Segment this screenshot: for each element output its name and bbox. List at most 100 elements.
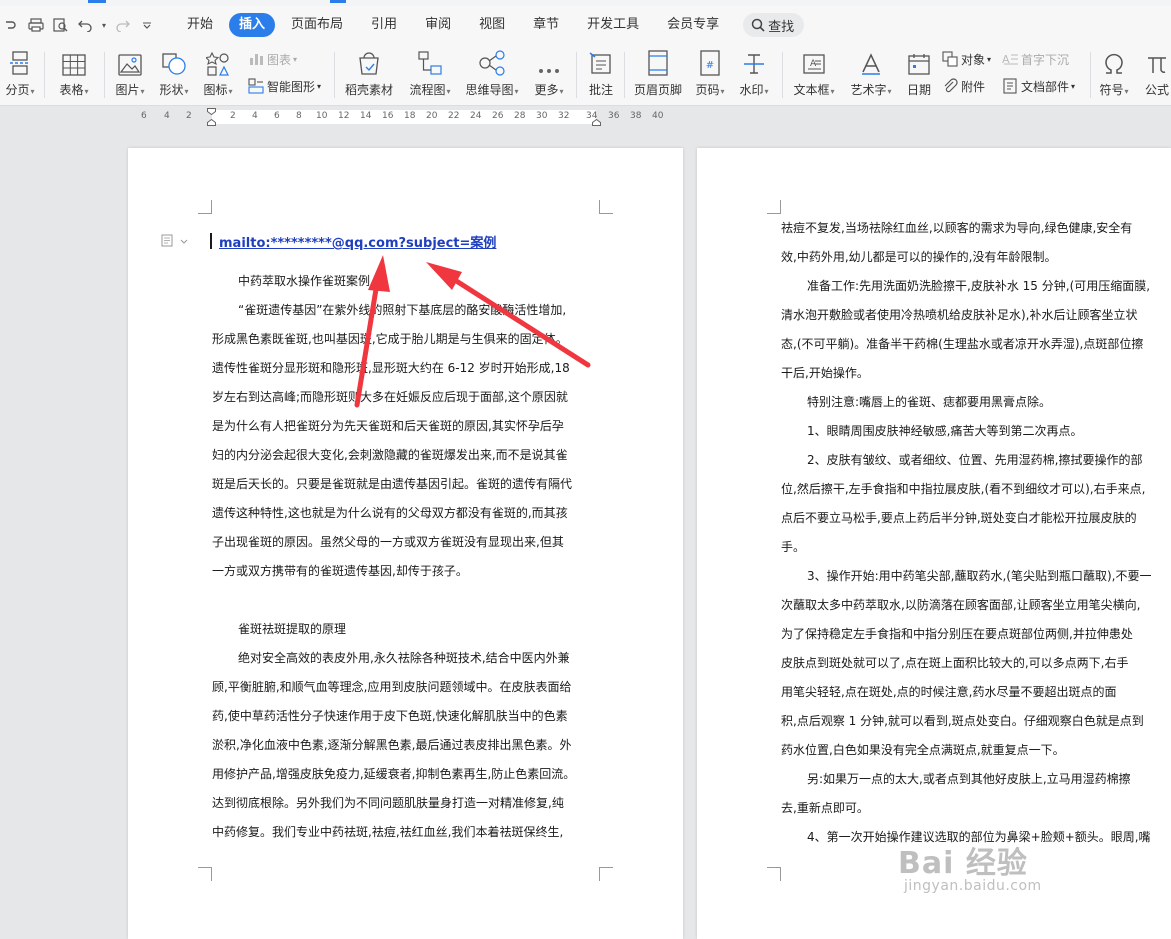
page-break-label: 分页	[5, 83, 30, 97]
page-break-button[interactable]: 分页▾	[2, 44, 38, 106]
ruler-tick: 2	[186, 111, 192, 121]
text-line: 遗传这种特性,这也就是为什么说有的父母双方都没有雀斑的,而其孩	[212, 506, 568, 520]
document-page-2[interactable]: 祛痘不复发,当场祛除红血丝,以顾客的需求为导向,绿色健康,安全有 效,中药外用,幼…	[697, 148, 1171, 939]
tab-developer[interactable]: 开发工具	[575, 13, 651, 37]
ribbon-separator	[1090, 52, 1091, 98]
text-line: 另:如果万一点的太大,或者点到其他好皮肤上,立马用湿药棉擦	[807, 772, 1131, 786]
page-break-icon	[10, 51, 30, 75]
comment-icon	[589, 52, 611, 74]
tab-home[interactable]: 开始	[175, 13, 225, 37]
search-button[interactable]: 查找	[743, 13, 805, 37]
page-1-body[interactable]: 中药萃取水操作雀斑案例 “雀斑遗传基因”在紫外线的照射下基底层的酪安酸酶活性增加,…	[212, 267, 612, 847]
print-icon[interactable]	[25, 14, 47, 36]
table-icon	[62, 54, 86, 76]
document-page-1[interactable]: mailto:*********@qq.com?subject=案例 中药萃取水…	[128, 148, 683, 939]
text-line: 一方或双方携带有的雀斑遗传基因,却传于孩子。	[212, 564, 468, 578]
mailto-hyperlink[interactable]: mailto:*********@qq.com?subject=案例	[219, 232, 496, 251]
doc-tab-accent-2	[330, 0, 346, 3]
right-indent-marker[interactable]	[592, 108, 601, 126]
text-line: 用笔尖轻轻,点在斑处,点的时候注意,药水尽量不要超出斑点的面	[781, 685, 1117, 699]
more-button[interactable]: 更多▾	[530, 44, 568, 106]
horizontal-ruler[interactable]: 6 4 2 2 4 6 8 10 12 14 16 18 20 22 24 26…	[0, 106, 1171, 128]
undo-icon[interactable]	[75, 14, 97, 36]
text-line: 点后不要立马松手,要点上药后半分钟,斑处变白才能松开拉展皮肤的	[781, 511, 1137, 525]
tab-page-layout[interactable]: 页面布局	[279, 13, 355, 37]
text-line: 次蘸取太多中药萃取水,以防滴落在顾客面部,让顾客坐立用笔尖横向,	[781, 598, 1141, 612]
comment-label: 批注	[588, 83, 613, 97]
dropcap-icon: A	[1002, 53, 1018, 66]
margin-corner	[198, 867, 212, 881]
picture-button[interactable]: 图片▾	[110, 44, 150, 106]
text-line: 岁左右到达高峰;而隐形斑则大多在妊娠反应后现于面部,这个原因就	[212, 390, 568, 404]
ruler-tick: 40	[652, 111, 664, 121]
object-button[interactable]: 对象 ▾	[942, 49, 991, 69]
page-2-body[interactable]: 祛痘不复发,当场祛除红血丝,以顾客的需求为导向,绿色健康,安全有 效,中药外用,幼…	[781, 214, 1171, 852]
margin-corner	[767, 867, 781, 881]
smart-shape-button[interactable]: 智能图形 ▾	[248, 76, 321, 96]
text-line: 中药修复。我们专业中药祛斑,祛痘,祛红血丝,我们本着祛斑保终生,	[212, 825, 564, 839]
tab-insert[interactable]: 插入	[229, 13, 276, 37]
redo-partial-icon[interactable]	[0, 14, 22, 36]
omega-icon	[1105, 53, 1123, 74]
tab-member[interactable]: 会员专享	[655, 13, 731, 37]
ruler-tick: 22	[448, 111, 460, 121]
date-button[interactable]: 日期	[902, 44, 936, 106]
text-cursor	[210, 233, 212, 249]
redo-icon[interactable]	[111, 14, 133, 36]
indent-marker[interactable]	[207, 108, 216, 126]
shape-button[interactable]: 形状▾	[154, 44, 194, 106]
ruler-tick: 30	[536, 111, 548, 121]
more-icon	[539, 69, 559, 73]
textbox-button[interactable]: A 文本框▾	[790, 44, 838, 106]
ribbon-separator	[624, 52, 625, 98]
margin-corner	[198, 200, 212, 214]
ribbon-insert: 分页▾ 表格▾ 图片▾ 形状▾ 图标▾ 图表 ▾ 智能图形 ▾ 稻壳素材 流程图▾	[0, 44, 1171, 106]
ruler-tick: 4	[164, 111, 170, 121]
page-number-button[interactable]: # 页码▾	[690, 44, 730, 106]
tab-review[interactable]: 审阅	[413, 13, 463, 37]
text-line: 中药萃取水操作雀斑案例	[238, 274, 371, 288]
text-line: 1、眼睛周围皮肤神经敏感,痛苦大等到第二次再点。	[807, 424, 1083, 438]
symbol-button[interactable]: 符号▾	[1094, 44, 1134, 106]
formula-button[interactable]: 公式	[1140, 44, 1171, 106]
header-footer-button[interactable]: 页眉页脚	[630, 44, 686, 106]
textbox-label: 文本框	[793, 83, 830, 97]
chart-button[interactable]: 图表 ▾	[248, 49, 297, 69]
mindmap-button[interactable]: 思维导图▾	[462, 44, 522, 106]
text-line: 去,重新点即可。	[781, 801, 869, 815]
watermark-button[interactable]: 水印▾	[734, 44, 774, 106]
formula-label: 公式	[1144, 83, 1169, 97]
doc-parts-icon	[1003, 78, 1017, 94]
ruler-tick: 2	[230, 111, 236, 121]
undo-dropdown-icon[interactable]: ▾	[100, 14, 108, 36]
text-line: 达到彻底根除。另外我们为不同问题肌肤量身打造一对精准修复,纯	[212, 796, 564, 810]
shape-icon	[162, 53, 186, 75]
shape-label: 形状	[159, 83, 184, 97]
customize-toolbar-icon[interactable]	[136, 14, 158, 36]
text-line: 清水泡开敷脸或者使用冷热喷机给皮肤补足水),补水后让顾客坐立状	[781, 308, 1138, 322]
text-line: 形成黑色素既雀斑,也叫基因斑,它成于胎儿期是与生俱来的固定体。	[212, 332, 568, 346]
ruler-tick: 12	[338, 111, 350, 121]
tab-view[interactable]: 视图	[467, 13, 517, 37]
text-line: 药水位置,白色如果没有完全点满斑点,就重复点一下。	[781, 743, 1065, 757]
wordart-button[interactable]: 艺术字▾	[846, 44, 896, 106]
smart-shape-icon	[248, 78, 264, 94]
date-label: 日期	[906, 83, 931, 97]
flowchart-button[interactable]: 流程图▾	[404, 44, 456, 106]
table-button[interactable]: 表格▾	[54, 44, 94, 106]
docer-material-button[interactable]: 稻壳素材	[342, 44, 396, 106]
doc-parts-button[interactable]: 文档部件 ▾	[1002, 76, 1075, 96]
wordart-label: 艺术字	[850, 83, 887, 97]
print-preview-icon[interactable]	[50, 14, 72, 36]
text-line: 皮肤点到斑处就可以了,点在斑上面积比较大的,可以多点两下,右手	[781, 656, 1129, 670]
icon-library-button[interactable]: 图标▾	[198, 44, 238, 106]
tab-chapter[interactable]: 章节	[521, 13, 571, 37]
ruler-tick: 8	[296, 111, 302, 121]
comment-button[interactable]: 批注	[584, 44, 618, 106]
tab-references[interactable]: 引用	[359, 13, 409, 37]
attachment-button[interactable]: 附件	[942, 76, 985, 96]
text-line: 干后,开始操作。	[781, 366, 869, 380]
dropcap-button[interactable]: A 首字下沉	[1002, 49, 1069, 69]
paragraph-handle[interactable]	[161, 234, 189, 247]
wordart-icon	[862, 53, 880, 75]
